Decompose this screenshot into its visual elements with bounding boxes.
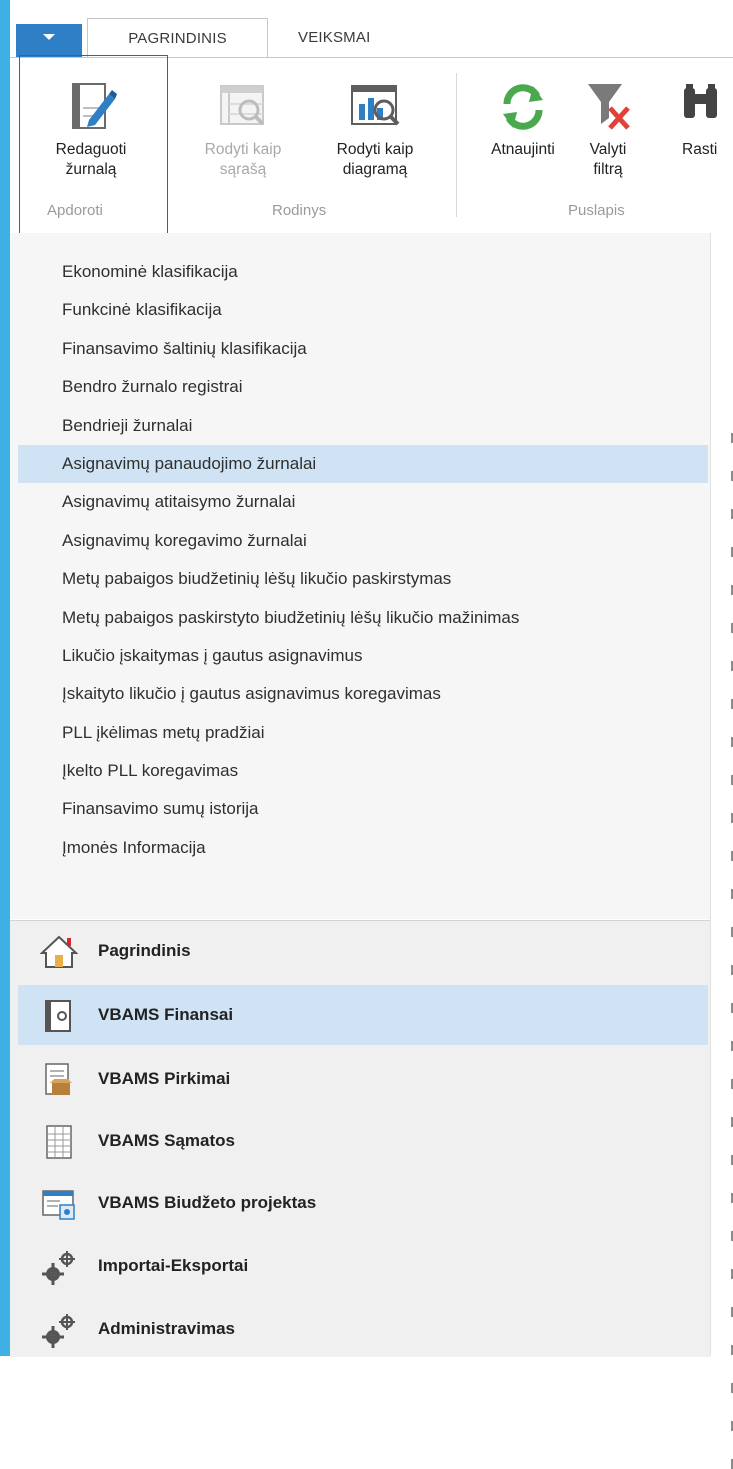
home-icon	[40, 935, 78, 968]
nav-item-vbams-biudzeto-projektas[interactable]: VBAMS Biudžeto projektas	[18, 1173, 708, 1233]
purchases-icon	[45, 1063, 72, 1095]
content-pane-edge	[710, 233, 733, 1469]
ribbon-separator	[456, 73, 457, 217]
nav-label: Pagrindinis	[98, 941, 191, 960]
estimates-sheet-icon	[46, 1125, 72, 1159]
binoculars-icon	[684, 84, 717, 118]
page-link[interactable]: Bendrieji žurnalai	[18, 407, 708, 445]
nav-label: Administravimas	[98, 1319, 235, 1338]
budget-project-icon	[42, 1190, 75, 1220]
view-as-chart-label-1: Rodyti kaip	[336, 141, 414, 158]
clear-filter-icon	[588, 84, 630, 130]
finance-book-icon	[45, 1000, 71, 1032]
page-link[interactable]: Ekonominė klasifikacija	[18, 253, 708, 291]
clear-filter-label-2: filtrą	[593, 161, 623, 178]
nav-label: Importai-Eksportai	[98, 1256, 249, 1275]
nav-label: VBAMS Pirkimai	[98, 1069, 231, 1088]
page-link-selected[interactable]: Asignavimų panaudojimo žurnalai	[18, 444, 708, 484]
page-link[interactable]: Įskaityto likučio į gautus asignavimus k…	[18, 675, 708, 713]
refresh-icon	[503, 84, 543, 130]
nav-label: VBAMS Finansai	[98, 1005, 234, 1024]
clear-filter-label-1: Valyti	[589, 141, 627, 158]
tab-veiksmai[interactable]: VEIKSMAI	[298, 18, 370, 58]
page-link[interactable]: Įmonės Informacija	[18, 829, 708, 867]
nav-item-vbams-pirkimai[interactable]: VBAMS Pirkimai	[18, 1049, 708, 1109]
view-as-chart-label-2: diagramą	[342, 161, 408, 178]
refresh-label: Atnaujinti	[491, 141, 555, 158]
app-menu-button[interactable]	[16, 24, 82, 59]
page-link[interactable]: Įkelto PLL koregavimas	[18, 752, 708, 790]
view-as-chart-button[interactable]: Rodyti kaip diagramą	[312, 78, 438, 180]
nav-item-vbams-finansai[interactable]: VBAMS Finansai	[18, 985, 708, 1045]
view-as-list-label-2: sąrašą	[219, 161, 267, 178]
page-link[interactable]: Finansavimo sumų istorija	[18, 790, 708, 828]
nav-item-vbams-samatos[interactable]: VBAMS Sąmatos	[18, 1111, 708, 1171]
group-label-rodinys: Rodinys	[272, 202, 327, 219]
refresh-button[interactable]: Atnaujinti	[470, 78, 576, 160]
view-chart-icon	[351, 85, 400, 126]
page-link[interactable]: Bendro žurnalo registrai	[18, 368, 708, 406]
find-label: Rasti	[682, 141, 718, 158]
nav-item-pagrindinis[interactable]: Pagrindinis	[18, 921, 708, 981]
page-link[interactable]: Metų pabaigos biudžetinių lėšų likučio p…	[18, 560, 708, 598]
chevron-down-icon	[43, 34, 55, 40]
gears-icon	[42, 1314, 75, 1348]
page-link[interactable]: Finansavimo šaltinių klasifikacija	[18, 330, 708, 368]
group-label-puslapis: Puslapis	[568, 202, 625, 219]
nav-item-administravimas[interactable]: Administravimas	[18, 1299, 708, 1359]
nav-label: VBAMS Biudžeto projektas	[98, 1193, 317, 1212]
gears-icon	[42, 1251, 75, 1285]
view-as-list-label-1: Rodyti kaip	[204, 141, 282, 158]
page-link[interactable]: Likučio įskaitymas į gautus asignavimus	[18, 637, 708, 675]
page-link[interactable]: Metų pabaigos paskirstyto biudžetinių lė…	[18, 599, 708, 637]
nav-label: VBAMS Sąmatos	[98, 1131, 235, 1150]
page-list: Ekonominė klasifikacija Funkcinė klasifi…	[18, 253, 708, 867]
tab-pagrindinis[interactable]: PAGRINDINIS	[87, 18, 268, 58]
view-list-icon	[220, 85, 265, 126]
page-link[interactable]: PLL įkėlimas metų pradžiai	[18, 714, 708, 752]
clear-filter-button[interactable]: Valyti filtrą	[578, 78, 638, 180]
left-accent-stripe	[0, 0, 10, 1356]
page-link[interactable]: Funkcinė klasifikacija	[18, 291, 708, 329]
find-button[interactable]: Rasti	[672, 78, 733, 160]
page-link[interactable]: Asignavimų atitaisymo žurnalai	[18, 483, 708, 521]
view-as-list-button[interactable]: Rodyti kaip sąrašą	[183, 78, 303, 180]
page-link[interactable]: Asignavimų koregavimo žurnalai	[18, 522, 708, 560]
focus-highlight	[19, 55, 168, 237]
nav-item-importai-eksportai[interactable]: Importai-Eksportai	[18, 1236, 708, 1296]
